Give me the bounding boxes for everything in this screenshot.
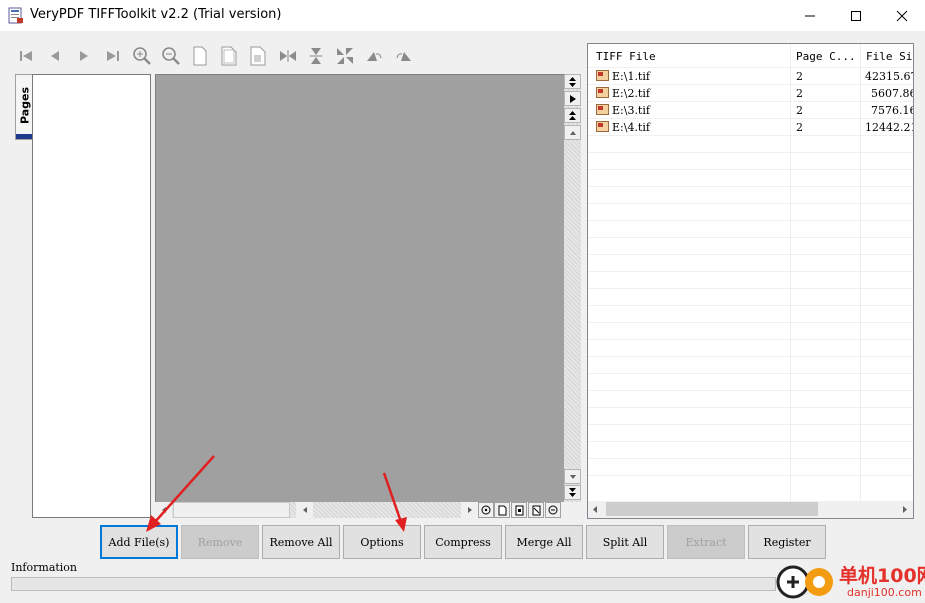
tiff-file-icon (596, 121, 609, 132)
thumbnail-pane[interactable] (32, 74, 151, 518)
tiff-file-icon (596, 87, 609, 98)
zoom-out-icon[interactable] (160, 45, 182, 67)
image-viewer[interactable] (155, 74, 564, 502)
add-files-button[interactable]: Add File(s) (100, 525, 178, 559)
register-button[interactable]: Register (748, 525, 826, 559)
chevron-right-icon (903, 506, 907, 513)
watermark-url: danji100.com (847, 586, 922, 599)
last-page-icon[interactable] (102, 45, 124, 67)
zoom-out-button[interactable] (545, 502, 561, 518)
file-size-cell: 42315.67 (865, 70, 914, 83)
chevron-up-icon (569, 130, 576, 135)
extract-button[interactable]: Extract (667, 525, 745, 559)
scroll-right-arrow[interactable] (461, 502, 478, 518)
pages-tab-indicator (16, 134, 32, 139)
play-icon (569, 94, 576, 103)
column-header-file[interactable]: TIFF File (596, 50, 656, 63)
column-header-pages[interactable]: Page C... (796, 50, 856, 63)
rotate-icon[interactable] (334, 45, 356, 67)
page-zoom-icon (515, 505, 523, 515)
information-label: Information (11, 561, 78, 574)
prev-page-icon[interactable] (44, 45, 66, 67)
page-view-button[interactable] (494, 502, 510, 518)
tiff-file-icon (596, 104, 609, 115)
target-icon (481, 505, 491, 515)
double-down-icon (569, 488, 576, 497)
file-name-cell: E:\1.tif (612, 70, 650, 83)
scroll-left-arrow[interactable] (155, 502, 172, 518)
scroll-left-arrow-2[interactable] (296, 502, 313, 518)
pages-tab-label: Pages (18, 86, 32, 125)
next-page-icon[interactable] (73, 45, 95, 67)
minimize-button[interactable] (787, 0, 833, 31)
file-list[interactable]: TIFF File Page C... File Siz E:\1.tif 2 … (587, 43, 914, 519)
compress-button[interactable]: Compress (424, 525, 502, 559)
chevron-left-icon (593, 506, 597, 513)
close-button[interactable] (879, 0, 925, 31)
column-header-size[interactable]: File Siz (866, 50, 913, 63)
list-horizontal-scrollbar[interactable] (588, 501, 913, 518)
file-size-cell: 12442.21 (865, 121, 914, 134)
fit-width-icon[interactable] (218, 45, 240, 67)
page-fit-button[interactable] (528, 502, 544, 518)
scroll-up-arrow[interactable] (564, 125, 581, 140)
file-name-cell: E:\4.tif (612, 121, 650, 134)
remove-button[interactable]: Remove (181, 525, 259, 559)
page-zoom-button[interactable] (511, 502, 527, 518)
watermark-logo (776, 565, 833, 599)
rotate-left-icon[interactable] (363, 45, 385, 67)
page-count-cell: 2 (796, 87, 803, 100)
watermark-text: 单机100网 (839, 565, 925, 587)
pages-tab[interactable]: Pages (15, 74, 32, 140)
flip-horizontal-icon[interactable] (277, 45, 299, 67)
page-fit-icon (532, 505, 540, 515)
minimize-icon (805, 15, 815, 16)
zoom-center-button[interactable] (478, 502, 494, 518)
app-icon (8, 7, 24, 24)
double-chevron-icon (569, 76, 576, 87)
window-title: VeryPDF TIFFToolkit v2.2 (Trial version) (30, 7, 282, 22)
double-up-icon (569, 111, 576, 120)
chevron-left-icon (302, 507, 307, 513)
fit-page-icon[interactable] (189, 45, 211, 67)
page-icon (498, 505, 506, 515)
page-count-cell: 2 (796, 104, 803, 117)
file-size-cell: 5607.86 (871, 87, 914, 100)
page-count-cell: 2 (796, 70, 803, 83)
file-size-cell: 7576.16 (871, 104, 914, 117)
next-page-button[interactable] (564, 91, 581, 106)
maximize-button[interactable] (833, 0, 879, 31)
flip-vertical-icon[interactable] (305, 45, 327, 67)
scroll-down-arrow[interactable] (564, 469, 581, 484)
progress-bar (11, 577, 776, 591)
maximize-icon (851, 10, 861, 21)
split-all-button[interactable]: Split All (586, 525, 664, 559)
scroll-up-button[interactable] (564, 74, 581, 89)
scroll-bottom-button[interactable] (564, 485, 581, 500)
remove-all-button[interactable]: Remove All (262, 525, 340, 559)
actual-size-icon[interactable] (247, 45, 269, 67)
scroll-top-button[interactable] (564, 108, 581, 123)
tiff-file-icon (596, 70, 609, 81)
chevron-left-icon (161, 507, 166, 513)
merge-all-button[interactable]: Merge All (505, 525, 583, 559)
close-icon (896, 10, 908, 21)
page-count-cell: 2 (796, 121, 803, 134)
chevron-right-icon (467, 507, 472, 513)
zoom-in-icon[interactable] (131, 45, 153, 67)
minus-circle-icon (548, 505, 558, 515)
file-name-cell: E:\2.tif (612, 87, 650, 100)
chevron-down-icon (569, 474, 576, 479)
horizontal-scroll-thumb[interactable] (173, 502, 290, 518)
rotate-right-icon[interactable] (393, 45, 415, 67)
first-page-icon[interactable] (15, 45, 37, 67)
options-button[interactable]: Options (343, 525, 421, 559)
list-scroll-thumb[interactable] (606, 502, 818, 516)
file-name-cell: E:\3.tif (612, 104, 650, 117)
